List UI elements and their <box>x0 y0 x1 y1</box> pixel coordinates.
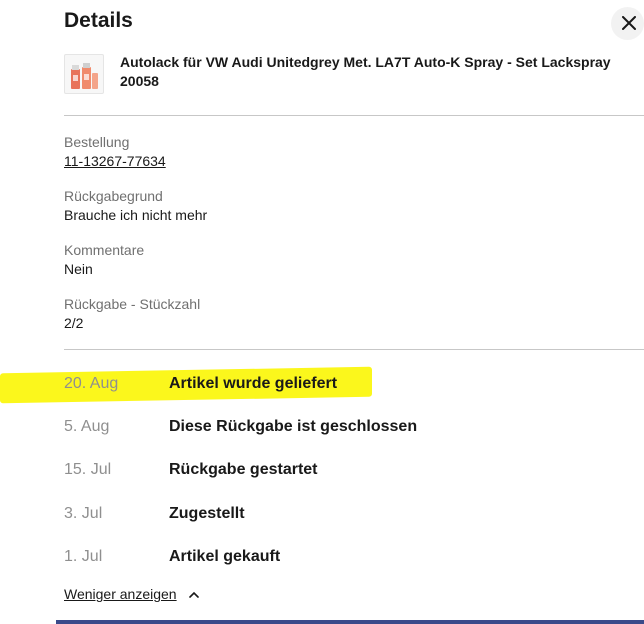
timeline-date: 5. Aug <box>64 418 110 435</box>
return-quantity-label: Rückgabe - Stückzahl <box>64 296 201 312</box>
comments-value: Nein <box>64 261 93 277</box>
details-panel: Details Autolack für VW Audi Unitedgrey … <box>0 0 644 624</box>
chevron-up-icon <box>188 591 199 598</box>
timeline-event: Artikel gekauft <box>169 548 281 565</box>
spray-can-icon <box>71 63 98 89</box>
timeline-date: 15. Jul <box>64 461 112 478</box>
timeline-event: Artikel wurde geliefert <box>169 375 338 392</box>
order-label: Bestellung <box>64 134 130 150</box>
show-less-button[interactable]: Weniger anzeigen <box>64 586 199 602</box>
comments-label: Kommentare <box>64 242 145 258</box>
item-title[interactable]: Autolack für VW Audi Unitedgrey Met. LA7… <box>120 53 640 91</box>
timeline-event: Diese Rückgabe ist geschlossen <box>169 418 418 435</box>
timeline-date: 3. Jul <box>64 505 103 522</box>
divider <box>64 115 644 116</box>
return-quantity-value: 2/2 <box>64 315 84 331</box>
close-button[interactable] <box>611 7 644 40</box>
timeline-event: Rückgabe gestartet <box>169 461 318 478</box>
return-reason-value: Brauche ich nicht mehr <box>64 207 208 223</box>
divider <box>64 349 644 350</box>
return-reason-label: Rückgabegrund <box>64 188 163 204</box>
page-edge <box>56 620 644 624</box>
order-number-link[interactable]: 11-13267-77634 <box>64 153 166 169</box>
panel-title: Details <box>64 9 133 32</box>
close-icon <box>622 16 636 30</box>
product-thumbnail[interactable] <box>64 54 104 94</box>
show-less-label: Weniger anzeigen <box>64 586 177 602</box>
timeline-event: Zugestellt <box>169 505 245 522</box>
timeline-date: 1. Jul <box>64 548 103 565</box>
timeline-date: 20. Aug <box>64 375 119 392</box>
